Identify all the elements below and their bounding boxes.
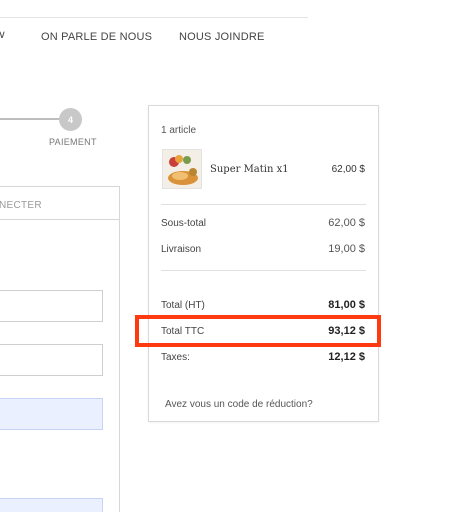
form-field-2[interactable] (0, 344, 103, 376)
order-summary: 1 article Super Matin x1 62,00 $ Sous-to… (148, 105, 379, 422)
promo-code-link[interactable]: Avez vous un code de réduction? (165, 399, 313, 410)
product-thumbnail (162, 149, 202, 189)
taxes-label: Taxes: (161, 352, 190, 363)
taxes-value: 12,12 $ (328, 351, 365, 363)
chevron-down-icon[interactable]: ∨ (0, 28, 6, 41)
nav-item-nous-joindre[interactable]: NOUS JOINDRE (179, 31, 265, 43)
nav-item-on-parle-de-nous[interactable]: ON PARLE DE NOUS (41, 31, 152, 43)
total-ttc-highlight-box (135, 315, 381, 347)
summary-divider (161, 204, 366, 205)
login-tab[interactable]: NECTER (0, 187, 119, 220)
shipping-label: Livraison (161, 244, 202, 255)
total-ht-value: 81,00 $ (328, 299, 365, 311)
form-field-3[interactable] (0, 398, 103, 430)
progress-line (0, 118, 60, 120)
summary-divider (161, 270, 366, 271)
header-divider (0, 17, 308, 18)
form-field-4[interactable] (0, 498, 103, 512)
login-tab-label: NECTER (0, 200, 42, 211)
subtotal-value: 62,00 $ (328, 217, 365, 229)
form-field-1[interactable] (0, 290, 103, 322)
product-name: Super Matin x1 (210, 164, 289, 175)
product-price: 62,00 $ (331, 164, 365, 175)
step-4-label: PAIEMENT (49, 137, 97, 147)
subtotal-label: Sous-total (161, 218, 207, 229)
step-4-circle: 4 (59, 108, 82, 131)
shipping-value: 19,00 $ (328, 243, 365, 255)
total-ht-label: Total (HT) (161, 300, 205, 311)
item-count: 1 article (161, 125, 197, 136)
